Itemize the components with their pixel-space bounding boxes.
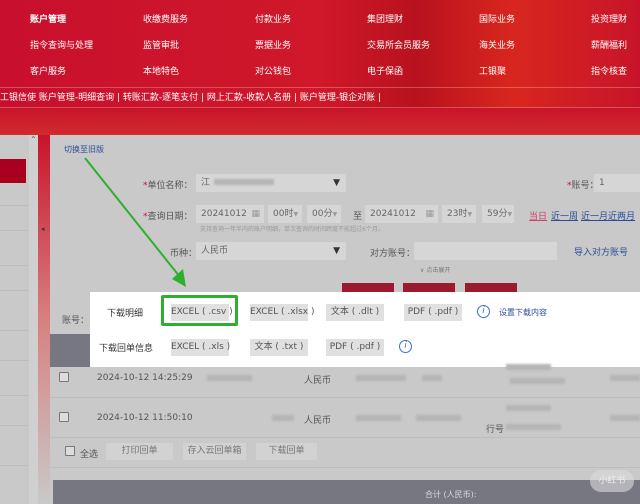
top-menu-item[interactable]: 电子保函: [367, 64, 403, 77]
row-checkbox[interactable]: [59, 412, 69, 422]
top-menu-item[interactable]: 薪酬福利: [591, 38, 627, 51]
sidebar-selected-item[interactable]: [0, 159, 26, 183]
row-bank-no-label: 行号: [486, 425, 505, 435]
switch-old-version-link[interactable]: 切换至旧版: [64, 144, 104, 155]
to-label: 至: [353, 212, 363, 222]
chevron-down-icon: ▼: [333, 178, 340, 188]
date-from-input[interactable]: 20241012 ▦: [196, 205, 264, 223]
info-icon[interactable]: i: [399, 340, 412, 353]
download-receipt-label: 下载回单信息: [99, 344, 154, 354]
account-short-label: 账号：: [62, 316, 90, 326]
save-cloud-receipt-button[interactable]: 存入云回单箱: [183, 443, 246, 460]
total-label: 合计 (人民币):: [425, 490, 477, 499]
top-menu-item[interactable]: 付款业务: [255, 12, 291, 25]
chevron-down-icon: ▼: [333, 246, 340, 256]
sidebar-scrollbar[interactable]: ⌃: [29, 135, 38, 504]
select-all-label: 全选: [80, 450, 99, 460]
row-checkbox[interactable]: [59, 372, 69, 382]
quick-month[interactable]: 近一月: [581, 209, 608, 222]
account-select[interactable]: 1: [594, 174, 640, 192]
hour-to-select[interactable]: 23时▼: [442, 205, 476, 223]
hour-from-select[interactable]: 00时▼: [268, 205, 302, 223]
date-to-input[interactable]: 20241012 ▦: [365, 205, 438, 223]
minute-from-select[interactable]: 00分▼: [307, 205, 341, 223]
quick-two-months[interactable]: 近两月: [608, 209, 635, 222]
top-menu-item[interactable]: 账户管理: [30, 12, 66, 25]
table-row[interactable]: 2024-10-12 14:25:29 人民币: [50, 364, 640, 390]
row-currency: 人民币: [304, 376, 332, 386]
shortcut-links[interactable]: 工银信使 账户管理-明细查询 | 转账汇款-逐笔支付 | 网上汇款-收款人名册 …: [0, 93, 381, 103]
top-menu-item[interactable]: 集团理财: [367, 12, 403, 25]
panel-splitter[interactable]: ◂: [38, 135, 50, 504]
row-currency: 人民币: [304, 416, 332, 426]
info-icon[interactable]: i: [477, 305, 490, 318]
top-menu-item[interactable]: 指令核查: [591, 64, 627, 77]
row-time: 2024-10-12 14:25:29: [97, 373, 193, 383]
download-detail-label: 下载明细: [107, 309, 144, 319]
import-counter-account-link[interactable]: 导入对方账号: [574, 245, 628, 258]
counter-account-label: 对方账号：: [370, 249, 416, 259]
quick-today[interactable]: 当日: [529, 209, 547, 222]
top-menu-item[interactable]: 投资理财: [591, 12, 627, 25]
download-pdf-button[interactable]: PDF ( .pdf ): [404, 304, 462, 321]
top-menu-item[interactable]: 指令查询与处理: [30, 38, 93, 51]
top-menu-item[interactable]: 收缴费服务: [143, 12, 188, 25]
left-sidebar: [0, 135, 30, 504]
calendar-icon: ▦: [425, 209, 434, 219]
top-menu-item[interactable]: 交易所会员服务: [367, 38, 430, 51]
collapse-arrow-icon[interactable]: ◂: [41, 225, 45, 233]
receipt-excel-xls-button[interactable]: EXCEL ( .xls ): [171, 339, 230, 356]
shortcut-bar[interactable]: 工银信使 账户管理-明细查询 | 转账汇款-逐笔支付 | 网上汇款-收款人名册 …: [0, 87, 640, 108]
top-menu-item[interactable]: 工银聚: [479, 64, 506, 77]
quick-week[interactable]: 近一周: [551, 209, 578, 222]
annotation-arrow-icon: [84, 157, 186, 287]
receipt-pdf-button[interactable]: PDF ( .pdf ): [326, 339, 384, 356]
download-excel-xlsx-button[interactable]: EXCEL ( .xlsx ): [250, 304, 315, 321]
row-time: 2024-10-12 11:50:10: [97, 413, 193, 423]
currency-select[interactable]: 人民币 ▼: [196, 242, 346, 260]
table-row[interactable]: 2024-10-12 11:50:10 人民币 行号: [50, 405, 640, 435]
download-settings-link[interactable]: 设置下载内容: [499, 307, 547, 318]
highlight-box: [161, 295, 238, 326]
minute-to-select[interactable]: 59分▼: [482, 205, 514, 223]
date-hint: 支持查询一年半内的账户明细，单次查询的时间跨度不能超过6个月。: [200, 226, 384, 233]
top-menu-item[interactable]: 监管审批: [143, 38, 179, 51]
top-menu-item[interactable]: 票据业务: [255, 38, 291, 51]
banner-lower: [0, 108, 640, 135]
unit-name-select[interactable]: 江 ▼: [196, 174, 346, 192]
print-receipt-button[interactable]: 打印回单: [106, 443, 173, 460]
top-menu-item[interactable]: 客户服务: [30, 64, 66, 77]
scroll-up-icon[interactable]: ⌃: [30, 135, 37, 144]
top-menu-item[interactable]: 对公钱包: [255, 64, 291, 77]
total-bar: 合计 (人民币):: [53, 480, 640, 504]
chevron-down-icon: ∨: [420, 267, 425, 274]
receipt-text-txt-button[interactable]: 文本 ( .txt ): [250, 339, 308, 356]
expand-toggle[interactable]: ∨ 点击展开: [420, 265, 450, 274]
watermark: 小红书: [590, 470, 634, 492]
download-text-dlt-button[interactable]: 文本 ( .dlt ): [326, 304, 384, 321]
top-menu-item[interactable]: 国际业务: [479, 12, 515, 25]
top-menu-item[interactable]: 海关业务: [479, 38, 515, 51]
counter-account-input[interactable]: [414, 242, 557, 260]
top-menu-item[interactable]: 本地特色: [143, 64, 179, 77]
download-receipt-button[interactable]: 下载回单: [256, 443, 317, 460]
select-all-checkbox[interactable]: [65, 446, 75, 456]
calendar-icon: ▦: [251, 209, 260, 219]
